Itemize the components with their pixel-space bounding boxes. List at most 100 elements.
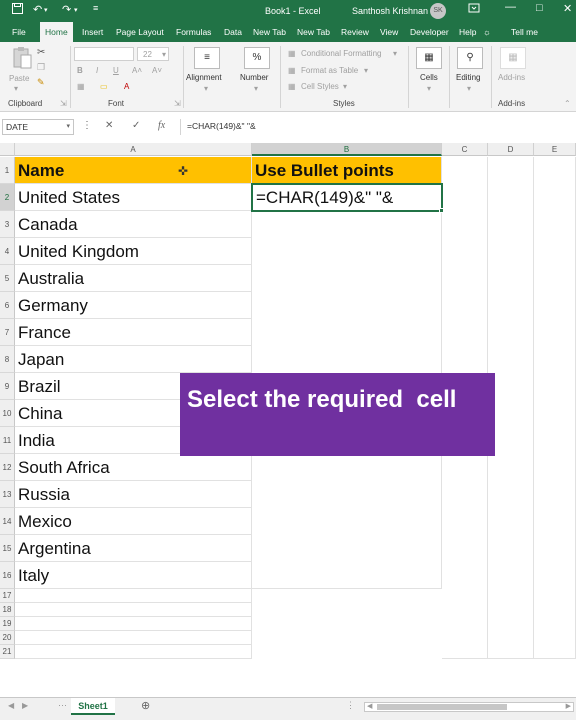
row-header-17[interactable]: 17	[0, 589, 15, 603]
tell-me-search[interactable]: Tell me	[506, 22, 543, 42]
row-header-1[interactable]: 1	[0, 157, 15, 184]
tab-page-layout[interactable]: Page Layout	[111, 22, 169, 42]
select-all-corner[interactable]	[0, 143, 15, 156]
cell-styles-dropdown-icon[interactable]: ▾	[343, 82, 347, 91]
row-header-8[interactable]: 8	[0, 346, 15, 373]
sheet-list-icon[interactable]: ⋯	[58, 700, 67, 711]
cell-a15[interactable]: Argentina	[15, 535, 252, 562]
cell-a21[interactable]	[15, 645, 252, 659]
column-header-c[interactable]: C	[442, 143, 488, 156]
tab-developer[interactable]: Developer	[405, 22, 454, 42]
format-as-table-icon[interactable]: ▦	[288, 66, 296, 75]
add-ins-button[interactable]: Add-ins	[498, 73, 525, 82]
alignment-button[interactable]: Alignment	[186, 73, 222, 82]
tab-view[interactable]: View	[375, 22, 403, 42]
font-launcher-icon[interactable]: ⇲	[174, 99, 181, 108]
formula-input[interactable]: =CHAR(149)&" "&	[180, 119, 576, 135]
row-header-5[interactable]: 5	[0, 265, 15, 292]
cell-a8[interactable]: Japan	[15, 346, 252, 373]
bold-icon[interactable]: B	[77, 66, 83, 75]
font-name-box[interactable]	[74, 47, 134, 61]
redo-dropdown-icon[interactable]: ▾	[74, 6, 78, 14]
name-box[interactable]: DATE ▾	[2, 119, 74, 135]
fill-color-icon[interactable]: ▭	[100, 82, 108, 91]
redo-icon[interactable]: ↷	[62, 3, 71, 16]
confirm-entry-icon[interactable]: ✓	[132, 120, 140, 131]
cell-styles-button[interactable]: Cell Styles	[301, 82, 339, 91]
row-header-4[interactable]: 4	[0, 238, 15, 265]
tab-new-tab-1[interactable]: New Tab	[248, 22, 291, 42]
format-as-table-button[interactable]: Format as Table	[301, 66, 358, 75]
editing-search-icon[interactable]: ⚲	[457, 47, 483, 69]
font-size-box[interactable]: 22 ▾	[137, 47, 169, 61]
number-format-icon[interactable]: %	[244, 47, 270, 69]
close-icon[interactable]: ✕	[563, 2, 572, 15]
scroll-left-sheet-icon[interactable]: ◀	[8, 701, 14, 710]
cell-b1[interactable]: Use Bullet points	[252, 157, 442, 184]
cell-a19[interactable]	[15, 617, 252, 631]
tab-home[interactable]: Home	[40, 22, 73, 42]
maximize-icon[interactable]: □	[536, 2, 543, 14]
format-as-table-dropdown-icon[interactable]: ▾	[364, 66, 368, 75]
font-shrink-icon[interactable]: A˅	[152, 66, 162, 75]
row-header-15[interactable]: 15	[0, 535, 15, 562]
number-button[interactable]: Number	[240, 73, 268, 82]
row-header-16[interactable]: 16	[0, 562, 15, 589]
tab-data[interactable]: Data	[219, 22, 247, 42]
tab-help[interactable]: Help	[454, 22, 481, 42]
copy-icon[interactable]: ❐	[37, 62, 45, 73]
scroll-left-icon[interactable]: ◀	[367, 702, 372, 710]
scroll-right-sheet-icon[interactable]: ▶	[22, 701, 28, 710]
editing-dropdown-icon[interactable]: ▾	[467, 84, 471, 93]
cell-a2[interactable]: United States	[15, 184, 252, 211]
cell-a18[interactable]	[15, 603, 252, 617]
column-header-b[interactable]: B	[252, 143, 442, 156]
undo-dropdown-icon[interactable]: ▾	[44, 6, 48, 14]
borders-icon[interactable]: ▦	[77, 82, 85, 91]
paste-icon[interactable]	[9, 46, 35, 74]
paste-dropdown-icon[interactable]: ▾	[14, 84, 18, 93]
cell-styles-icon[interactable]: ▦	[288, 82, 296, 91]
cell-a13[interactable]: Russia	[15, 481, 252, 508]
conditional-formatting-dropdown-icon[interactable]: ▾	[393, 49, 397, 58]
cell-a16[interactable]: Italy	[15, 562, 252, 589]
row-header-18[interactable]: 18	[0, 603, 15, 617]
row-header-11[interactable]: 11	[0, 427, 15, 454]
new-sheet-icon[interactable]: ⊕	[141, 699, 150, 712]
tab-file[interactable]: File	[7, 22, 31, 42]
cell-a3[interactable]: Canada	[15, 211, 252, 238]
insert-function-icon[interactable]: fx	[158, 120, 165, 131]
row-header-3[interactable]: 3	[0, 211, 15, 238]
tab-new-tab-2[interactable]: New Tab	[292, 22, 335, 42]
ribbon-display-options-icon[interactable]	[468, 2, 480, 17]
cells-icon[interactable]: ▦	[416, 47, 442, 69]
undo-icon[interactable]: ↶	[33, 3, 42, 16]
collapse-ribbon-icon[interactable]: ⌃	[564, 99, 571, 108]
cell-a6[interactable]: Germany	[15, 292, 252, 319]
column-e-body[interactable]	[534, 157, 576, 659]
cell-a17[interactable]	[15, 589, 252, 603]
conditional-formatting-icon[interactable]: ▦	[288, 49, 296, 58]
tab-insert[interactable]: Insert	[77, 22, 108, 42]
horizontal-scroll-thumb[interactable]	[377, 704, 507, 710]
cell-a7[interactable]: France	[15, 319, 252, 346]
sheet-tab-sheet1[interactable]: Sheet1	[71, 698, 115, 715]
row-header-13[interactable]: 13	[0, 481, 15, 508]
user-name[interactable]: Santhosh Krishnan	[352, 6, 428, 16]
row-header-7[interactable]: 7	[0, 319, 15, 346]
row-header-14[interactable]: 14	[0, 508, 15, 535]
row-header-9[interactable]: 9	[0, 373, 15, 400]
row-header-10[interactable]: 10	[0, 400, 15, 427]
alignment-icon[interactable]: ≡	[194, 47, 220, 69]
fill-handle[interactable]	[439, 208, 444, 213]
customize-toolbar-icon[interactable]: ≡	[93, 3, 98, 13]
cell-a5[interactable]: Australia	[15, 265, 252, 292]
italic-icon[interactable]: I	[96, 66, 98, 75]
tab-formulas[interactable]: Formulas	[171, 22, 216, 42]
clipboard-launcher-icon[interactable]: ⇲	[60, 99, 67, 108]
font-grow-icon[interactable]: A˄	[132, 66, 142, 75]
number-dropdown-icon[interactable]: ▾	[254, 84, 258, 93]
column-header-d[interactable]: D	[488, 143, 534, 156]
column-header-a[interactable]: A	[15, 143, 252, 156]
cells-button[interactable]: Cells	[420, 73, 438, 82]
